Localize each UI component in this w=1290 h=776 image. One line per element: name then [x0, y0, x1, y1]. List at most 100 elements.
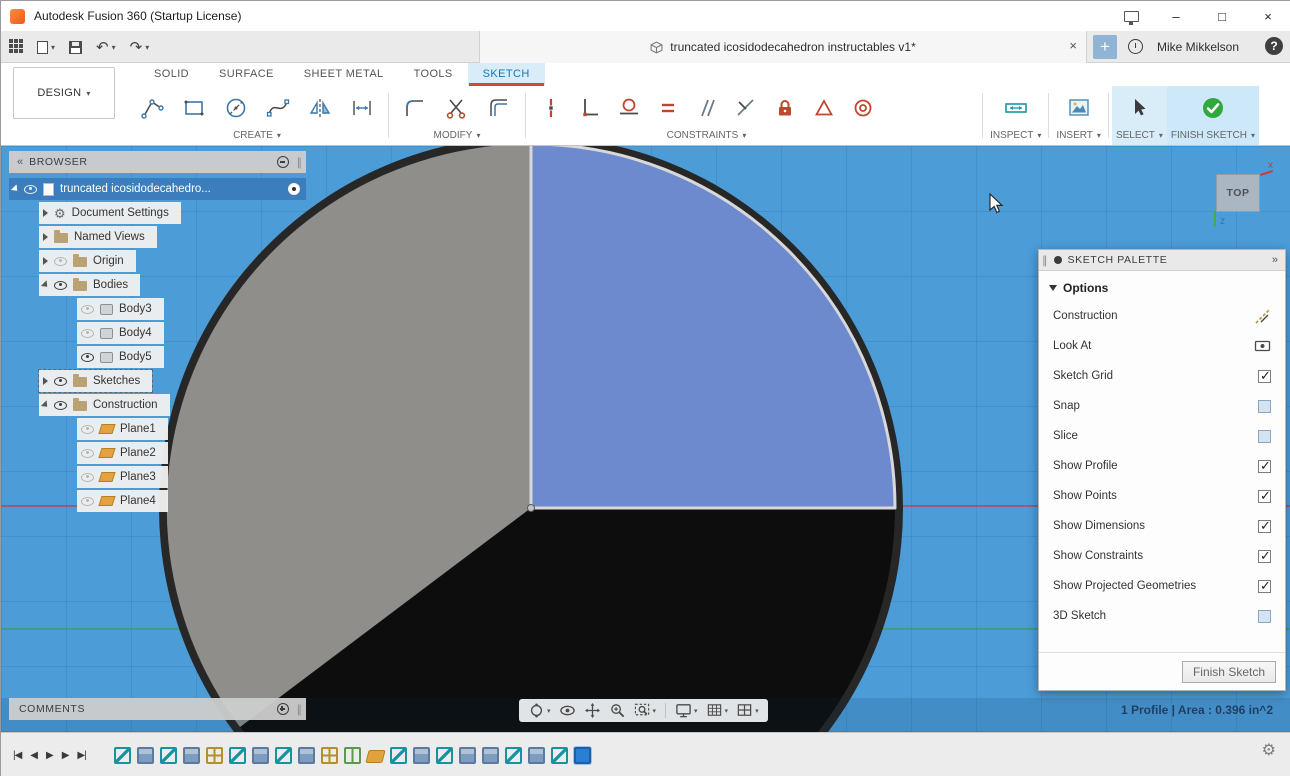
spline-tool-button[interactable]	[259, 88, 297, 128]
minimize-button[interactable]: –	[1153, 1, 1199, 31]
browser-row-plane2[interactable]: Plane2	[77, 442, 168, 464]
sketch-palette-header[interactable]: ∥ SKETCH PALETTE »	[1039, 250, 1285, 271]
collapse-browser-icon[interactable]: «	[17, 156, 23, 168]
palette-drag-handle[interactable]: ∥	[1042, 254, 1048, 267]
trim-tool-button[interactable]	[438, 88, 476, 128]
expand-arrow-icon[interactable]	[41, 400, 50, 409]
insert-group-label[interactable]: INSERT	[1056, 128, 1101, 145]
timeline-feature-2-extrude[interactable]	[137, 747, 154, 764]
browser-row-plane3[interactable]: Plane3	[77, 466, 168, 488]
finish-sketch-group-label[interactable]: FINISH SKETCH	[1171, 128, 1255, 145]
tab-sketch[interactable]: SKETCH	[468, 63, 545, 86]
document-tab[interactable]: truncated icosidodecahedron instructable…	[479, 31, 1087, 63]
save-button[interactable]	[69, 41, 82, 54]
timeline-feature-21-sketch[interactable]	[574, 747, 591, 764]
sketch-grid-checkbox[interactable]	[1258, 370, 1271, 383]
timeline-feature-18-sketch[interactable]	[505, 747, 522, 764]
expand-arrow-icon[interactable]	[43, 257, 48, 265]
modify-group-label[interactable]: MODIFY	[396, 128, 518, 145]
midpoint-constraint-button[interactable]	[806, 88, 841, 128]
visibility-icon[interactable]	[81, 449, 94, 458]
timeline-feature-16-extrude[interactable]	[459, 747, 476, 764]
browser-collapse-all-icon[interactable]	[277, 156, 289, 168]
show-dimensions-checkbox[interactable]	[1258, 520, 1271, 533]
browser-row-body4[interactable]: Body4	[77, 322, 164, 344]
inspect-group-label[interactable]: INSPECT	[990, 128, 1041, 145]
chevron-down-icon[interactable]: ▾	[755, 707, 759, 715]
new-tab-button[interactable]: +	[1093, 35, 1117, 59]
show-constraints-checkbox[interactable]	[1258, 550, 1271, 563]
timeline-feature-17-extrude[interactable]	[482, 747, 499, 764]
select-group-label[interactable]: SELECT	[1116, 128, 1163, 145]
pan-button[interactable]	[581, 701, 604, 720]
close-tab-icon[interactable]: ×	[1069, 38, 1077, 53]
browser-row-root-component[interactable]: truncated icosidodecahedro...	[9, 178, 306, 200]
comments-bar[interactable]: COMMENTS ∥	[9, 698, 306, 720]
browser-row-document-settings[interactable]: Document Settings	[39, 202, 181, 224]
tab-surface[interactable]: SURFACE	[204, 63, 289, 86]
timeline-feature-20-sketch[interactable]	[551, 747, 568, 764]
zoom-button[interactable]	[606, 701, 629, 720]
equal-constraint-button[interactable]	[650, 88, 685, 128]
show-projected-geometries-checkbox[interactable]	[1258, 580, 1271, 593]
step-back-button[interactable]: ◀	[30, 750, 37, 761]
sketch-dimension-tool-button[interactable]	[343, 88, 381, 128]
orbit-button[interactable]: ▾	[525, 701, 554, 720]
file-menu-button[interactable]: ▾	[37, 41, 55, 54]
browser-row-bodies[interactable]: Bodies	[39, 274, 140, 296]
user-name[interactable]: Mike Mikkelson	[1157, 40, 1239, 54]
workspace-selector[interactable]: DESIGN ▾	[13, 67, 115, 119]
3d-sketch-checkbox[interactable]	[1258, 610, 1271, 623]
maximize-button[interactable]: □	[1199, 1, 1245, 31]
browser-row-body5[interactable]: Body5	[77, 346, 164, 368]
vertical-horizontal-constraint-button[interactable]	[572, 88, 607, 128]
parallel-constraint-button[interactable]	[689, 88, 724, 128]
snap-checkbox[interactable]	[1258, 400, 1271, 413]
show-profile-checkbox[interactable]	[1258, 460, 1271, 473]
visibility-icon[interactable]	[81, 305, 94, 314]
help-button[interactable]: ?	[1265, 37, 1283, 55]
redo-button[interactable]: ↷▾	[130, 40, 150, 55]
grid-snaps-button[interactable]: ▾	[703, 701, 732, 720]
job-status-clock-icon[interactable]	[1128, 39, 1143, 54]
create-group-label[interactable]: CREATE	[133, 128, 381, 145]
palette-expand-icon[interactable]: »	[1272, 254, 1278, 266]
timeline-feature-19-extrude[interactable]	[528, 747, 545, 764]
expand-arrow-icon[interactable]	[11, 184, 20, 193]
visibility-icon[interactable]	[54, 377, 67, 386]
timeline-feature-4-extrude[interactable]	[183, 747, 200, 764]
chevron-down-icon[interactable]: ▾	[547, 707, 551, 715]
look-at-button[interactable]	[556, 701, 579, 720]
coincident-constraint-button[interactable]	[533, 88, 568, 128]
tab-tools[interactable]: TOOLS	[399, 63, 468, 86]
show-points-checkbox[interactable]	[1258, 490, 1271, 503]
slice-checkbox[interactable]	[1258, 430, 1271, 443]
step-forward-button[interactable]: ▶	[62, 750, 69, 761]
circle-tool-button[interactable]	[217, 88, 255, 128]
display-settings-button[interactable]: ▾	[672, 701, 701, 720]
tangent-constraint-button[interactable]	[611, 88, 646, 128]
expand-arrow-icon[interactable]	[43, 377, 48, 385]
timeline-feature-3-sketch[interactable]	[160, 747, 177, 764]
browser-row-construction[interactable]: Construction	[39, 394, 170, 416]
timeline-feature-11-mirror[interactable]	[344, 747, 361, 764]
concentric-constraint-button[interactable]	[845, 88, 880, 128]
visibility-icon[interactable]	[54, 257, 67, 266]
browser-row-origin[interactable]: Origin	[39, 250, 136, 272]
viewports-button[interactable]: ▾	[733, 701, 762, 720]
offset-tool-button[interactable]	[480, 88, 518, 128]
visibility-icon[interactable]	[81, 497, 94, 506]
visibility-icon[interactable]	[81, 473, 94, 482]
fix-constraint-button[interactable]	[767, 88, 802, 128]
insert-image-button[interactable]	[1060, 88, 1098, 128]
chevron-down-icon[interactable]: ▾	[725, 707, 729, 715]
timeline-feature-6-sketch[interactable]	[229, 747, 246, 764]
tab-solid[interactable]: SOLID	[139, 63, 204, 86]
look-at-button-icon[interactable]	[1254, 339, 1271, 354]
fillet-tool-button[interactable]	[396, 88, 434, 128]
options-section-header[interactable]: Options	[1039, 271, 1285, 301]
visibility-icon[interactable]	[81, 353, 94, 362]
browser-row-plane1[interactable]: Plane1	[77, 418, 168, 440]
timeline-feature-10-move[interactable]	[321, 747, 338, 764]
timeline-feature-9-extrude[interactable]	[298, 747, 315, 764]
